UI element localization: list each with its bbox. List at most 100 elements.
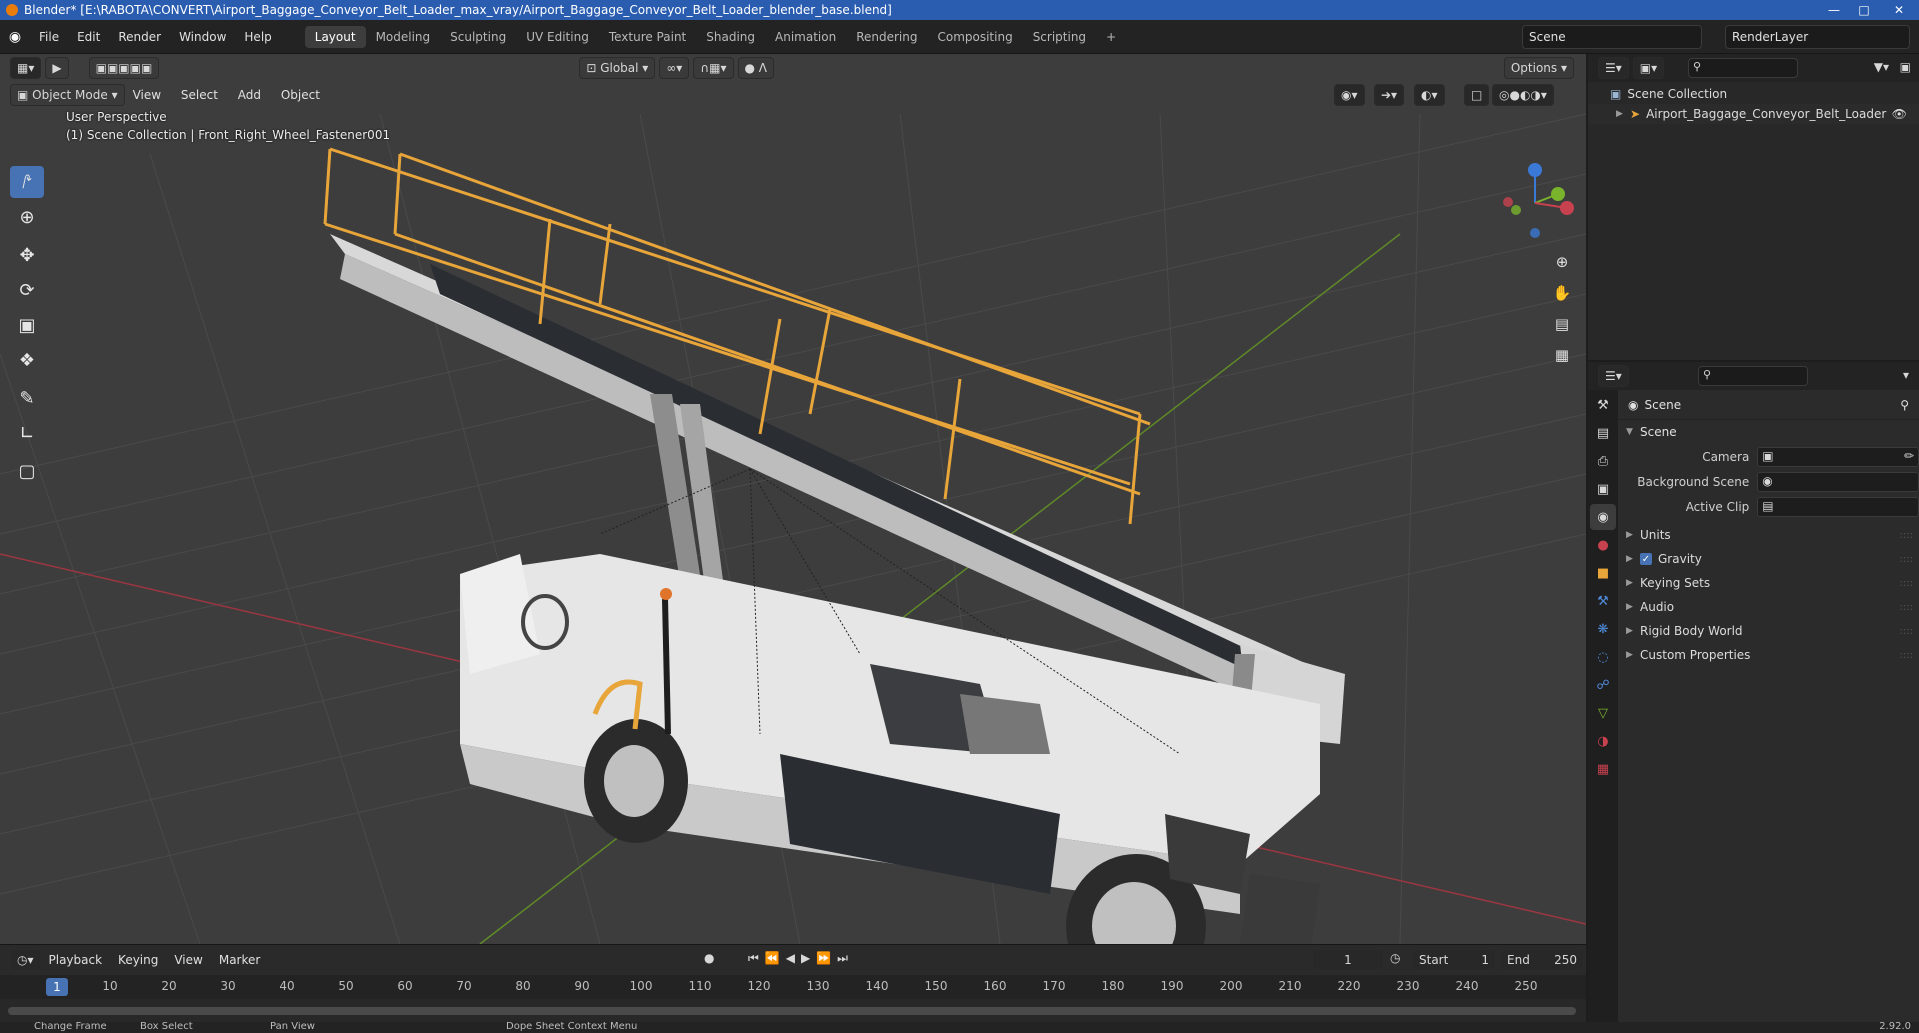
eyedropper-icon[interactable]: ✏ [1904, 449, 1914, 463]
cursor-tool-icon[interactable]: ⊕ [10, 201, 44, 233]
menu-file[interactable]: File [30, 30, 68, 44]
physics-tab-icon[interactable]: ◌ [1590, 644, 1616, 670]
pan-hand-icon[interactable]: ✋ [1548, 279, 1576, 307]
menu-timeline-view[interactable]: View [166, 953, 210, 967]
timeline-scrollbar[interactable] [8, 1007, 1576, 1015]
texture-tab-icon[interactable]: ▦ [1590, 756, 1616, 782]
menu-view[interactable]: View [125, 88, 169, 102]
tab-shading[interactable]: Shading [696, 26, 765, 48]
minimize-icon[interactable]: — [1819, 0, 1849, 20]
maximize-icon[interactable]: □ [1849, 0, 1879, 20]
properties-editor-type-icon[interactable]: ☰▾ [1598, 365, 1629, 387]
object-tab-icon[interactable]: ■ [1590, 560, 1616, 586]
outliner-scene-collection[interactable]: ▣ Scene Collection [1588, 84, 1919, 104]
rigid-body-world-section[interactable]: ▶ Rigid Body World :::: [1618, 619, 1919, 643]
gravity-section[interactable]: ▶ ✓ Gravity :::: [1618, 547, 1919, 571]
properties-search-input[interactable]: ⚲ [1698, 366, 1808, 386]
material-tab-icon[interactable]: ◑ [1590, 728, 1616, 754]
playback-controls[interactable]: ⏮⏪◀▶⏩⏭ [748, 951, 854, 966]
menu-help[interactable]: Help [235, 30, 280, 44]
select-box-tool-icon[interactable]: ⭚ [10, 166, 44, 198]
transform-tool-icon[interactable]: ❖ [10, 344, 44, 376]
active-clip-field[interactable]: ▤ [1757, 496, 1919, 517]
add-workspace-icon[interactable]: + [1096, 26, 1126, 48]
transform-orientation-dropdown[interactable]: ⊡ Global ▾ [579, 57, 656, 79]
drag-handle-icon[interactable]: :::: [1900, 650, 1913, 661]
record-icon[interactable]: ● [704, 951, 714, 965]
expand-arrow-icon[interactable]: ▶ [1616, 109, 1630, 119]
xray-icon[interactable]: □ [1464, 84, 1490, 106]
outliner-item[interactable]: ▶ ➤ Airport_Baggage_Conveyor_Belt_Loader… [1588, 104, 1919, 124]
keying-sets-section[interactable]: ▶ Keying Sets :::: [1618, 571, 1919, 595]
tab-texture-paint[interactable]: Texture Paint [599, 26, 696, 48]
measure-tool-icon[interactable]: ∟ [10, 417, 44, 449]
tab-compositing[interactable]: Compositing [927, 26, 1022, 48]
menu-add[interactable]: Add [230, 88, 269, 102]
zoom-icon[interactable]: ⊕ [1548, 248, 1576, 276]
start-frame-field[interactable]: Start 1 [1412, 949, 1496, 971]
select-tool-icon[interactable]: ▶ [45, 57, 69, 79]
filter-icon[interactable]: ▼▾ [1874, 60, 1889, 74]
world-tab-icon[interactable]: ● [1590, 532, 1616, 558]
drag-handle-icon[interactable]: :::: [1900, 578, 1913, 589]
proportional-edit-icon[interactable]: ● Λ [737, 57, 774, 79]
outliner-editor-type-icon[interactable]: ☰▾ [1598, 57, 1629, 79]
tool-tab-icon[interactable]: ⚒ [1590, 392, 1616, 418]
selection-mode-icons[interactable]: ▣▣▣▣▣ [88, 57, 160, 79]
3d-viewport[interactable]: ▦▾ ▶ ▣▣▣▣▣ ⊡ Global ▾ ∞▾ ∩▦▾ ● Λ Options… [0, 54, 1586, 944]
annotate-tool-icon[interactable]: ✎ [10, 382, 44, 414]
ortho-grid-icon[interactable]: ▦ [1548, 341, 1576, 369]
new-collection-icon[interactable]: ▣ [1900, 60, 1911, 74]
output-tab-icon[interactable]: ⎙ [1590, 448, 1616, 474]
blender-logo-icon[interactable]: ◉ [0, 20, 30, 54]
preview-range-icon[interactable]: ◷ [1390, 951, 1400, 965]
render-tab-icon[interactable]: ▤ [1590, 420, 1616, 446]
snap-icon[interactable]: ∩▦▾ [693, 57, 734, 79]
audio-section[interactable]: ▶ Audio :::: [1618, 595, 1919, 619]
move-tool-icon[interactable]: ✥ [10, 239, 44, 271]
shading-modes-icon[interactable]: ◎●◐◑▾ [1492, 84, 1554, 106]
menu-object[interactable]: Object [273, 88, 328, 102]
tab-sculpting[interactable]: Sculpting [440, 26, 516, 48]
options-dropdown[interactable]: Options ▾ [1503, 57, 1574, 79]
constraints-tab-icon[interactable]: ☍ [1590, 672, 1616, 698]
close-icon[interactable]: ✕ [1879, 0, 1919, 20]
tab-layout[interactable]: Layout [304, 25, 366, 48]
menu-keying[interactable]: Keying [110, 953, 166, 967]
tab-uv-editing[interactable]: UV Editing [516, 26, 599, 48]
drag-handle-icon[interactable]: :::: [1900, 626, 1913, 637]
current-frame-marker[interactable]: 1 [46, 978, 68, 996]
particles-tab-icon[interactable]: ❋ [1590, 616, 1616, 642]
view-layer-tab-icon[interactable]: ▣ [1590, 476, 1616, 502]
add-cube-tool-icon[interactable]: ▢ [10, 455, 44, 487]
menu-window[interactable]: Window [170, 30, 235, 44]
menu-select[interactable]: Select [173, 88, 226, 102]
camera-view-icon[interactable]: ▤ [1548, 310, 1576, 338]
current-frame-field[interactable]: 1 [1312, 949, 1384, 971]
eye-visibility-icon[interactable]: 👁 [1892, 107, 1907, 121]
background-scene-field[interactable]: ◉ [1757, 471, 1919, 492]
frame-ruler[interactable]: 1 10 20 30 40 50 60 70 80 90 100 110 120… [0, 975, 1586, 999]
outliner-search-input[interactable]: ⚲ [1688, 58, 1798, 78]
scene-section-header[interactable]: ▼ Scene [1618, 420, 1919, 444]
units-section[interactable]: ▶ Units :::: [1618, 523, 1919, 547]
custom-properties-section[interactable]: ▶ Custom Properties :::: [1618, 643, 1919, 667]
scene-tab-icon[interactable]: ◉ [1590, 504, 1616, 530]
scene-selector[interactable]: Scene [1522, 25, 1702, 49]
end-frame-field[interactable]: End 250 [1500, 949, 1584, 971]
tab-scripting[interactable]: Scripting [1023, 26, 1096, 48]
tab-animation[interactable]: Animation [765, 26, 846, 48]
menu-playback[interactable]: Playback [41, 953, 111, 967]
menu-marker[interactable]: Marker [211, 953, 268, 967]
pivot-point-icon[interactable]: ∞▾ [659, 57, 690, 79]
rotate-tool-icon[interactable]: ⟳ [10, 274, 44, 306]
tab-rendering[interactable]: Rendering [846, 26, 927, 48]
drag-handle-icon[interactable]: :::: [1900, 554, 1913, 565]
gizmo-icon[interactable]: ➔▾ [1374, 84, 1405, 106]
data-tab-icon[interactable]: ▽ [1590, 700, 1616, 726]
camera-field[interactable]: ▣ ✏ [1757, 446, 1919, 467]
drag-handle-icon[interactable]: :::: [1900, 602, 1913, 613]
menu-edit[interactable]: Edit [68, 30, 109, 44]
scale-tool-icon[interactable]: ▣ [10, 309, 44, 341]
editor-type-icon[interactable]: ▦▾ [10, 57, 42, 79]
